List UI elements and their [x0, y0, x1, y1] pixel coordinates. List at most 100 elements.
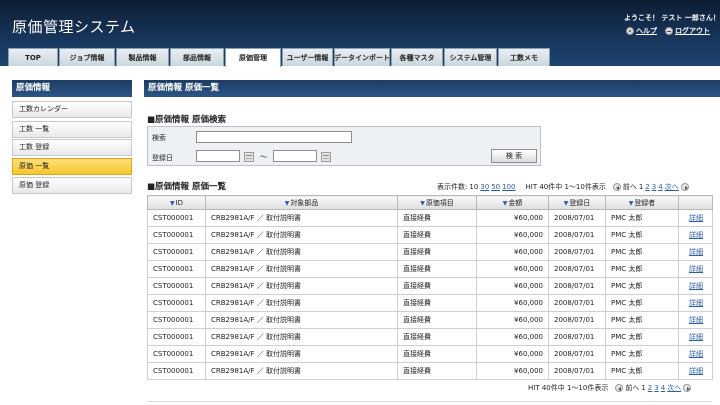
- tab-system[interactable]: システム管理: [444, 48, 497, 66]
- hit-count: HIT 40件中 1〜10件表示: [525, 183, 606, 191]
- pager-bottom: HIT 40件中 1〜10件表示 前へ 1 2 3 4 次へ: [528, 383, 692, 393]
- sidebar-item-cost-list[interactable]: 原価 一覧: [12, 158, 132, 175]
- col-header-user[interactable]: ▼登録者: [605, 195, 679, 210]
- page-2[interactable]: 2: [648, 384, 652, 392]
- detail-link[interactable]: 詳細: [678, 243, 713, 261]
- row-amount: ¥60,000: [476, 311, 549, 329]
- table-row: CST000001 CRB2981A/F ／ 取付説明書 直接経費 ¥60,000 20…: [147, 311, 713, 329]
- table-row: CST000001 CRB2981A/F ／ 取付説明書 直接経費 ¥60,000 20…: [147, 209, 713, 227]
- row-date: 2008/07/01: [548, 328, 606, 346]
- detail-link[interactable]: 詳細: [678, 277, 713, 295]
- row-item: 直接経費: [397, 294, 477, 312]
- table-header-row: ▼ID ▼対象部品 ▼原価項目 ▼金額 ▼登録日 ▼登録者: [147, 195, 713, 210]
- page-3[interactable]: 3: [654, 384, 658, 392]
- page-1[interactable]: 1: [639, 183, 643, 191]
- row-id: CST000001: [147, 260, 206, 278]
- col-header-id[interactable]: ▼ID: [147, 195, 206, 210]
- row-item: 直接経費: [397, 243, 477, 261]
- help-link[interactable]: ヘルプ: [626, 26, 657, 36]
- prev-page-icon[interactable]: [615, 384, 624, 392]
- calendar-icon[interactable]: [321, 152, 331, 162]
- detail-link[interactable]: 詳細: [678, 328, 713, 346]
- tab-cost[interactable]: 原価管理: [225, 48, 281, 67]
- col-header-action: [678, 195, 713, 210]
- page-1[interactable]: 1: [641, 384, 645, 392]
- sidebar-item-calendar[interactable]: 工数カレンダー: [12, 101, 132, 118]
- row-id: CST000001: [147, 226, 206, 244]
- sidebar-item-work-register[interactable]: 工数 登録: [12, 139, 132, 156]
- row-item: 直接経費: [397, 226, 477, 244]
- col-header-amount[interactable]: ▼金額: [476, 195, 549, 210]
- display-count-100[interactable]: 100: [502, 183, 515, 191]
- prev-page-icon[interactable]: [612, 183, 621, 191]
- page-4[interactable]: 4: [661, 384, 665, 392]
- row-item: 直接経費: [397, 345, 477, 363]
- main-tabs: TOP ジョブ情報 製品情報 部品情報 原価管理 ユーザー情報 データインポート…: [8, 48, 551, 67]
- row-item: 直接経費: [397, 362, 477, 380]
- logout-link[interactable]: ログアウト: [665, 26, 710, 36]
- table-row: CST000001 CRB2981A/F ／ 取付説明書 直接経費 ¥60,000 20…: [147, 243, 713, 261]
- tab-master[interactable]: 各種マスタ: [391, 48, 443, 66]
- detail-link[interactable]: 詳細: [678, 362, 713, 380]
- tab-job[interactable]: ジョブ情報: [59, 48, 115, 66]
- tab-product[interactable]: 製品情報: [116, 48, 169, 66]
- tab-memo[interactable]: 工数メモ: [498, 48, 550, 66]
- table-row: CST000001 CRB2981A/F ／ 取付説明書 直接経費 ¥60,000 20…: [147, 345, 713, 363]
- detail-link[interactable]: 詳細: [678, 345, 713, 363]
- col-header-item[interactable]: ▼原価項目: [397, 195, 477, 210]
- row-date: 2008/07/01: [548, 243, 606, 261]
- footer-divider: [147, 401, 712, 402]
- col-header-date[interactable]: ▼登録日: [548, 195, 606, 210]
- page-4[interactable]: 4: [658, 183, 662, 191]
- row-id: CST000001: [147, 277, 206, 295]
- detail-link[interactable]: 詳細: [678, 260, 713, 278]
- tab-parts[interactable]: 部品情報: [170, 48, 224, 66]
- sidebar-item-work-list[interactable]: 工数 一覧: [12, 121, 132, 138]
- row-part: CRB2981A/F ／ 取付説明書: [205, 226, 398, 244]
- prev-page-label[interactable]: 前へ: [623, 182, 637, 192]
- row-id: CST000001: [147, 311, 206, 329]
- tab-top[interactable]: TOP: [8, 48, 58, 66]
- tab-user[interactable]: ユーザー情報: [282, 48, 333, 66]
- date-from-input[interactable]: [196, 150, 240, 162]
- row-date: 2008/07/01: [548, 277, 606, 295]
- row-part: CRB2981A/F ／ 取付説明書: [205, 243, 398, 261]
- row-user: PMC 太郎: [605, 243, 679, 261]
- search-button[interactable]: 検 索: [491, 149, 537, 163]
- next-page-icon[interactable]: [683, 384, 692, 392]
- prev-page-label[interactable]: 前へ: [625, 383, 639, 393]
- page-2[interactable]: 2: [645, 183, 649, 191]
- row-part: CRB2981A/F ／ 取付説明書: [205, 311, 398, 329]
- row-date: 2008/07/01: [548, 362, 606, 380]
- next-page-label[interactable]: 次へ: [665, 182, 679, 192]
- app-header: 原価管理システム ようこそ！ テスト 一郎さん！ ヘルプ ログアウト TOP ジ…: [0, 0, 720, 67]
- row-amount: ¥60,000: [476, 362, 549, 380]
- search-form: 検索 登録日 〜 検 索: [147, 126, 541, 166]
- row-id: CST000001: [147, 294, 206, 312]
- display-count-50[interactable]: 50: [491, 183, 500, 191]
- row-id: CST000001: [147, 345, 206, 363]
- sidebar-item-cost-register[interactable]: 原価 登録: [12, 177, 132, 194]
- next-page-label[interactable]: 次へ: [667, 383, 681, 393]
- row-amount: ¥60,000: [476, 226, 549, 244]
- row-part: CRB2981A/F ／ 取付説明書: [205, 345, 398, 363]
- tab-import[interactable]: データインポート: [334, 48, 390, 66]
- row-user: PMC 太郎: [605, 345, 679, 363]
- row-date: 2008/07/01: [548, 226, 606, 244]
- display-count-30[interactable]: 30: [480, 183, 489, 191]
- detail-link[interactable]: 詳細: [678, 226, 713, 244]
- col-header-part[interactable]: ▼対象部品: [205, 195, 398, 210]
- help-icon: [626, 27, 634, 35]
- sort-icon: ▼: [420, 199, 425, 207]
- row-id: CST000001: [147, 209, 206, 227]
- header-links: ヘルプ ログアウト: [626, 26, 710, 36]
- keyword-input[interactable]: [196, 131, 352, 143]
- detail-link[interactable]: 詳細: [678, 209, 713, 227]
- display-count-10[interactable]: 10: [469, 183, 478, 191]
- date-to-input[interactable]: [273, 150, 317, 162]
- detail-link[interactable]: 詳細: [678, 294, 713, 312]
- page-3[interactable]: 3: [652, 183, 656, 191]
- next-page-icon[interactable]: [680, 183, 689, 191]
- calendar-icon[interactable]: [244, 152, 254, 162]
- detail-link[interactable]: 詳細: [678, 311, 713, 329]
